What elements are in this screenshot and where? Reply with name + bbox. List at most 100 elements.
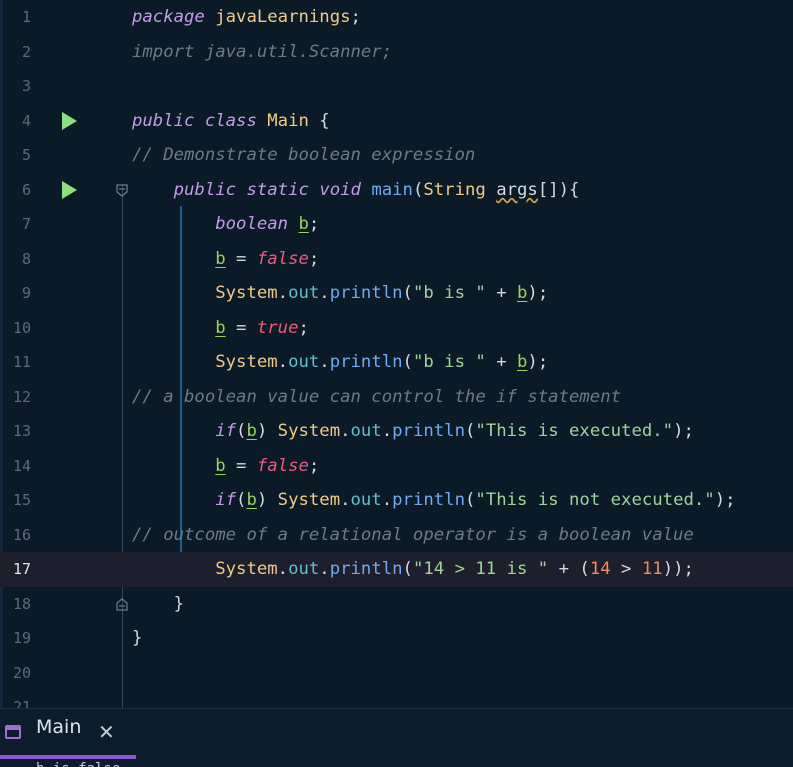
- code-line[interactable]: 19}: [0, 621, 793, 656]
- run-gutter-icon[interactable]: [62, 180, 77, 199]
- code-text: // a boolean value can control the if st…: [132, 380, 621, 415]
- line-number: 5: [21, 146, 31, 164]
- run-window-icon: [5, 725, 21, 739]
- code-token: if: [215, 490, 237, 510]
- code-text: // outcome of a relational operator is a…: [132, 518, 694, 553]
- code-text: public static void main(String args[]){: [132, 173, 580, 208]
- code-token: (: [236, 490, 247, 510]
- code-line[interactable]: 11 System.out.println("b is " + b);: [0, 345, 793, 380]
- code-token: ): [256, 421, 278, 441]
- code-text: b = false;: [132, 242, 319, 277]
- code-token: println: [329, 283, 403, 303]
- code-token: >: [610, 559, 642, 579]
- code-token: System: [215, 352, 278, 372]
- code-token: "14 > 11 is ": [412, 559, 549, 579]
- code-token: public: [173, 179, 237, 200]
- code-text: if(b) System.out.println("This is execut…: [132, 414, 694, 449]
- run-gutter-icon[interactable]: [62, 111, 77, 130]
- code-line[interactable]: 10 b = true;: [0, 311, 793, 346]
- code-token: {: [308, 110, 330, 131]
- code-line[interactable]: 18 }: [0, 587, 793, 622]
- code-text: public class Main {: [132, 104, 330, 139]
- code-text: System.out.println("14 > 11 is " + (14 >…: [132, 552, 694, 587]
- code-token: + (: [548, 559, 590, 579]
- line-number: 13: [12, 422, 31, 440]
- code-line[interactable]: 16 // outcome of a relational operator is…: [0, 518, 793, 553]
- fold-icon[interactable]: [116, 183, 128, 197]
- active-tab-indicator: [0, 755, 136, 759]
- code-line[interactable]: 2 import java.util.Scanner;: [0, 35, 793, 70]
- code-token: System: [277, 421, 341, 441]
- code-line[interactable]: 8 b = false;: [0, 242, 793, 277]
- code-token: false: [256, 248, 309, 269]
- code-text: package javaLearnings;: [132, 0, 361, 35]
- code-line[interactable]: 13 if(b) System.out.println("This is exe…: [0, 414, 793, 449]
- code-token: .: [381, 421, 393, 441]
- run-tool-window: Main ✕ b is false: [0, 708, 793, 767]
- line-number: 10: [12, 318, 31, 337]
- code-token: String: [423, 179, 486, 200]
- code-line[interactable]: 6 public static void main(String args[])…: [0, 173, 793, 208]
- code-text: // Demonstrate boolean expression: [132, 138, 475, 173]
- console-output-peek: b is false: [36, 761, 120, 767]
- code-token: boolean: [215, 214, 289, 234]
- code-line[interactable]: 12 // a boolean value can control the if …: [0, 380, 793, 415]
- code-token: import java.util.Scanner;: [132, 41, 393, 62]
- code-token: b: [298, 214, 309, 234]
- code-token: "This is executed.": [475, 421, 674, 441]
- code-editor[interactable]: 1 package javaLearnings; 2 import java.util…: [0, 0, 793, 708]
- line-number: 14: [12, 456, 31, 475]
- code-line[interactable]: 7 boolean b;: [0, 207, 793, 242]
- code-token: .: [277, 283, 289, 303]
- code-line[interactable]: 1 package javaLearnings;: [0, 0, 793, 35]
- code-line[interactable]: 21: [0, 690, 793, 708]
- line-number: 3: [21, 77, 31, 95]
- fold-icon[interactable]: [116, 597, 128, 611]
- code-token: void: [319, 179, 361, 200]
- run-tab-label[interactable]: Main: [36, 716, 81, 738]
- code-line[interactable]: 9 System.out.println("b is " + b);: [0, 276, 793, 311]
- code-token: (: [236, 421, 247, 441]
- code-token: =: [225, 317, 257, 338]
- code-line[interactable]: 15 if(b) System.out.println("This is not…: [0, 483, 793, 518]
- code-token: println: [329, 352, 403, 372]
- code-token: b: [517, 283, 528, 303]
- code-token: );: [714, 490, 736, 510]
- line-number: 12: [12, 387, 31, 406]
- code-text: System.out.println("b is " + b);: [132, 345, 548, 380]
- code-token: "b is ": [412, 283, 486, 303]
- line-number: 19: [12, 629, 31, 647]
- code-token: .: [381, 490, 393, 510]
- code-token: main: [371, 179, 413, 200]
- code-text: }: [132, 587, 184, 622]
- code-line[interactable]: 5 // Demonstrate boolean expression: [0, 138, 793, 173]
- code-token: b: [517, 352, 528, 372]
- line-number: 17: [12, 560, 31, 578]
- code-line[interactable]: 4 public class Main {: [0, 104, 793, 139]
- code-text: b = false;: [132, 449, 319, 484]
- code-token: .: [277, 352, 289, 372]
- code-text: boolean b;: [132, 207, 319, 242]
- code-token: []){: [537, 179, 580, 200]
- code-token: public: [132, 110, 195, 131]
- code-line[interactable]: 3: [0, 69, 793, 104]
- code-token: out: [288, 559, 320, 579]
- code-line[interactable]: 17 System.out.println("14 > 11 is " + (1…: [0, 552, 793, 587]
- code-text: if(b) System.out.println("This is not ex…: [132, 483, 736, 518]
- close-icon[interactable]: ✕: [98, 721, 115, 743]
- code-line[interactable]: 14 b = false;: [0, 449, 793, 484]
- code-token: .: [319, 352, 330, 372]
- code-token: (: [402, 559, 413, 579]
- code-token: b: [215, 455, 226, 476]
- code-line[interactable]: 20: [0, 656, 793, 691]
- code-token: static: [246, 179, 309, 200]
- line-number: 6: [21, 180, 31, 199]
